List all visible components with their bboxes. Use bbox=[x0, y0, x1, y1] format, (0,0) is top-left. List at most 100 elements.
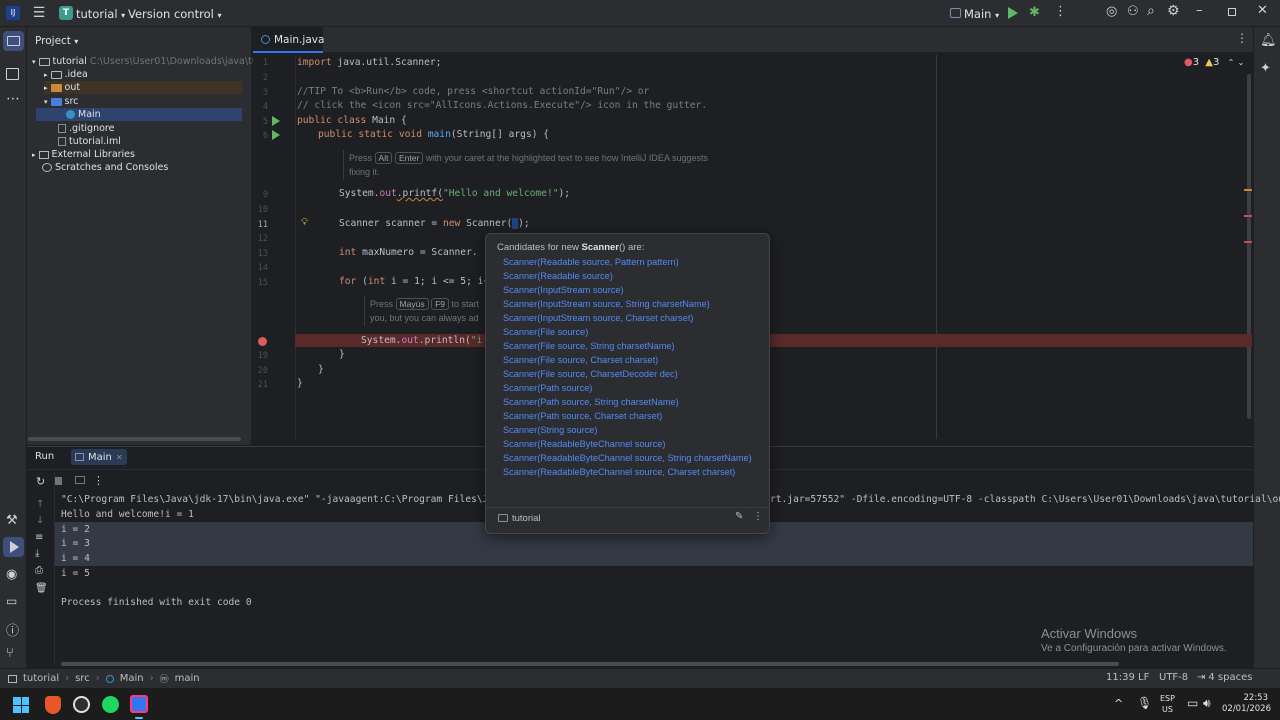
line-separator[interactable]: LF bbox=[1138, 672, 1149, 683]
tree-item-label: tutorial.iml bbox=[69, 136, 121, 147]
run-gutter-icon[interactable] bbox=[272, 130, 280, 140]
search-icon[interactable]: ⌕ bbox=[1147, 3, 1155, 19]
run-icon[interactable] bbox=[1008, 7, 1018, 19]
terminal-icon[interactable]: ▭ bbox=[6, 594, 17, 608]
indent-widget[interactable]: ⇥ 4 spaces bbox=[1197, 672, 1252, 683]
tree-item-out[interactable]: ▸ out bbox=[44, 81, 242, 94]
candidate-item[interactable]: Scanner(Path source, String charsetName) bbox=[503, 397, 679, 407]
volume-icon[interactable]: 🔊︎ bbox=[1203, 696, 1211, 711]
ai-chat-icon[interactable]: ✦ bbox=[1260, 61, 1271, 76]
close-tab-icon[interactable]: ✕ bbox=[116, 453, 123, 462]
scroll-up-icon[interactable]: ↑ bbox=[36, 499, 44, 510]
problems-icon[interactable]: ⓘ bbox=[6, 620, 19, 639]
network-icon[interactable]: ▭ bbox=[1187, 696, 1198, 710]
candidate-item[interactable]: Scanner(String source) bbox=[503, 425, 597, 435]
candidate-item[interactable]: Scanner(ReadableByteChannel source, Stri… bbox=[503, 453, 752, 463]
clock[interactable]: 22:53 02/01/2026 bbox=[1222, 693, 1271, 715]
scroll-down-icon[interactable]: ↓ bbox=[36, 515, 44, 526]
services-icon[interactable]: ◉ bbox=[6, 567, 17, 582]
language-indicator[interactable]: ESP US bbox=[1160, 693, 1175, 715]
ai-assistant-icon[interactable]: ◎ bbox=[1106, 4, 1117, 19]
candidate-item[interactable]: Scanner(Path source, Charset charset) bbox=[503, 411, 662, 421]
intention-bulb-icon[interactable]: 💡︎ bbox=[301, 217, 308, 228]
maximize-icon[interactable] bbox=[1228, 8, 1236, 16]
main-menu-icon[interactable]: ☰ bbox=[28, 2, 50, 24]
breadcrumb-item[interactable]: Main bbox=[120, 673, 144, 684]
soft-wrap-icon[interactable]: ≡ bbox=[35, 532, 43, 543]
candidate-item[interactable]: Scanner(InputStream source) bbox=[503, 285, 624, 295]
project-horizontal-scrollbar[interactable] bbox=[28, 437, 241, 441]
vcs-widget[interactable]: Version control ▾ bbox=[128, 7, 221, 21]
candidate-item[interactable]: Scanner(File source, String charsetName) bbox=[503, 341, 675, 351]
git-icon[interactable]: ⑂ bbox=[6, 646, 14, 661]
breadcrumb-item[interactable]: src bbox=[75, 673, 90, 684]
editor-vertical-scrollbar[interactable] bbox=[1247, 74, 1251, 419]
breadcrumb-item[interactable]: tutorial bbox=[23, 673, 59, 684]
chevron-down-icon[interactable]: ⌄ bbox=[1237, 58, 1244, 67]
candidate-item[interactable]: Scanner(Readable source, Pattern pattern… bbox=[503, 257, 679, 267]
candidate-item[interactable]: Scanner(Readable source) bbox=[503, 271, 613, 281]
scroll-to-end-icon[interactable]: ⤓ bbox=[35, 548, 39, 559]
candidate-item[interactable]: Scanner(Path source) bbox=[503, 383, 592, 393]
run-gutter-icon[interactable] bbox=[272, 116, 280, 126]
close-icon[interactable]: ✕ bbox=[1257, 3, 1268, 18]
run-config-selector[interactable]: Main ▾ bbox=[964, 7, 999, 21]
candidate-item[interactable]: Scanner(InputStream source, Charset char… bbox=[503, 313, 693, 323]
project-switcher[interactable]: tutorial ▾ bbox=[76, 7, 125, 21]
breakpoint-icon[interactable] bbox=[258, 337, 267, 346]
chevron-up-icon[interactable]: ^ bbox=[1114, 697, 1123, 710]
tree-item-idea[interactable]: ▸ .idea bbox=[44, 68, 88, 81]
code-line-20: } bbox=[318, 364, 324, 375]
candidate-item[interactable]: Scanner(ReadableByteChannel source) bbox=[503, 439, 665, 449]
inspection-widget[interactable]: ●3 ▲3 ⌃ ⌄ bbox=[1184, 57, 1244, 68]
tree-item-src[interactable]: ▾ src bbox=[44, 95, 78, 108]
trash-icon[interactable]: 🗑︎ bbox=[35, 583, 48, 594]
tab-main-java[interactable]: Main.java bbox=[253, 27, 324, 53]
tree-item-iml[interactable]: tutorial.iml bbox=[58, 135, 121, 148]
rerun-icon[interactable]: ↻ bbox=[36, 475, 45, 488]
candidate-item[interactable]: Scanner(File source, Charset charset) bbox=[503, 355, 658, 365]
print-icon[interactable]: ⎙ bbox=[35, 565, 43, 576]
brave-browser-icon[interactable] bbox=[45, 696, 61, 714]
intellij-taskbar-icon[interactable] bbox=[130, 695, 148, 713]
tab-options-icon[interactable]: ⋮ bbox=[1236, 31, 1248, 45]
caret-position[interactable]: 11:39 bbox=[1106, 672, 1135, 683]
tree-root[interactable]: ▾ tutorial C:\Users\User01\Downloads\jav… bbox=[32, 55, 271, 68]
run-tool-button[interactable] bbox=[3, 537, 24, 557]
tab-run-main[interactable]: Main ✕ bbox=[71, 449, 127, 465]
minimize-icon[interactable]: – bbox=[1196, 3, 1203, 18]
more-actions-icon[interactable]: ⋮ bbox=[93, 474, 104, 487]
candidate-item[interactable]: Scanner(File source, CharsetDecoder dec) bbox=[503, 369, 678, 379]
stop-icon[interactable] bbox=[54, 477, 62, 485]
console-horizontal-scrollbar[interactable] bbox=[61, 662, 1119, 666]
app-icon[interactable] bbox=[73, 696, 90, 713]
run-panel-title[interactable]: Run bbox=[35, 451, 54, 462]
add-user-icon[interactable]: ⚇ bbox=[1127, 4, 1139, 19]
build-hammer-icon[interactable]: ⚒ bbox=[6, 513, 18, 528]
more-actions-icon[interactable]: ⋮ bbox=[1054, 4, 1067, 19]
more-tools-icon[interactable]: ⋯ bbox=[6, 91, 20, 107]
file-encoding[interactable]: UTF-8 bbox=[1159, 672, 1188, 683]
settings-gear-icon[interactable]: ⚙ bbox=[1167, 3, 1180, 19]
breadcrumb-item[interactable]: main bbox=[175, 673, 200, 684]
windows-start-icon[interactable] bbox=[13, 697, 29, 713]
title-bar: IJ ☰ T tutorial ▾ Version control ▾ Main… bbox=[0, 0, 1280, 27]
spotify-icon[interactable] bbox=[102, 696, 119, 713]
debug-icon[interactable]: ✱ bbox=[1029, 5, 1040, 20]
tree-item-external-libraries[interactable]: ▸ External Libraries bbox=[32, 148, 135, 161]
candidate-item[interactable]: Scanner(File source) bbox=[503, 327, 588, 337]
project-panel-title[interactable]: Project ▾ bbox=[35, 35, 78, 47]
tree-item-main[interactable]: Main bbox=[36, 108, 242, 121]
chevron-up-icon[interactable]: ⌃ bbox=[1228, 58, 1235, 67]
tree-item-gitignore[interactable]: .gitignore bbox=[58, 122, 114, 135]
notifications-icon[interactable]: 🔔︎ bbox=[1260, 33, 1277, 48]
structure-icon[interactable] bbox=[6, 68, 19, 80]
edit-pencil-icon[interactable]: ✎ bbox=[735, 511, 743, 522]
popup-more-icon[interactable]: ⋮ bbox=[753, 511, 763, 522]
candidate-item[interactable]: Scanner(InputStream source, String chars… bbox=[503, 299, 710, 309]
microphone-icon[interactable]: 🎙︎ bbox=[1137, 696, 1152, 710]
candidate-item[interactable]: Scanner(ReadableByteChannel source, Char… bbox=[503, 467, 735, 477]
camera-icon[interactable] bbox=[75, 476, 85, 484]
tree-item-scratches[interactable]: Scratches and Consoles bbox=[42, 161, 168, 174]
project-tool-button[interactable] bbox=[3, 31, 24, 51]
